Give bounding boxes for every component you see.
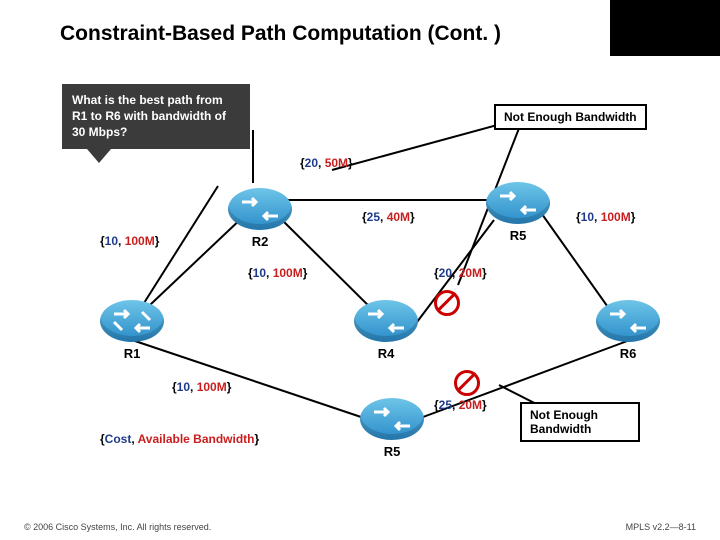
router-r6 <box>596 300 660 342</box>
router-r4 <box>354 300 418 342</box>
router-r5b <box>360 398 424 440</box>
link-r2-r3: {20, 50M} <box>300 156 353 170</box>
router-r4-label: R4 <box>354 346 418 361</box>
router-r6-label: R6 <box>596 346 660 361</box>
router-r2 <box>228 188 292 230</box>
link-r1-r2: {10, 100M} <box>100 234 159 248</box>
link-r5-r6: {10, 100M} <box>576 210 635 224</box>
callout-bottom: Not Enough Bandwidth <box>520 402 640 442</box>
link-r2-r5: {25, 40M} <box>362 210 415 224</box>
router-r5 <box>486 182 550 224</box>
link-r2-r4: {10, 100M} <box>248 266 307 280</box>
router-r5b-label: R5 <box>360 444 424 459</box>
router-r5-label: R5 <box>486 228 550 243</box>
link-r4-r5: {20, 20M} <box>434 266 487 280</box>
router-r1-label: R1 <box>100 346 164 361</box>
link-r1-r5b: {10, 100M} <box>172 380 231 394</box>
footer-right: MPLS v2.2—8-11 <box>626 522 696 532</box>
legend: {Cost, Available Bandwidth} <box>100 432 259 446</box>
slide: Constraint-Based Path Computation (Cont.… <box>0 0 720 540</box>
callout-top: Not Enough Bandwidth <box>494 104 647 130</box>
no-icon-1 <box>434 290 460 316</box>
no-icon-2 <box>454 370 480 396</box>
router-r1 <box>100 300 164 342</box>
footer-left: © 2006 Cisco Systems, Inc. All rights re… <box>24 522 211 532</box>
router-r2-label: R2 <box>228 234 292 249</box>
network-lines <box>0 0 720 540</box>
link-r5b-r6: {25, 20M} <box>434 398 487 412</box>
